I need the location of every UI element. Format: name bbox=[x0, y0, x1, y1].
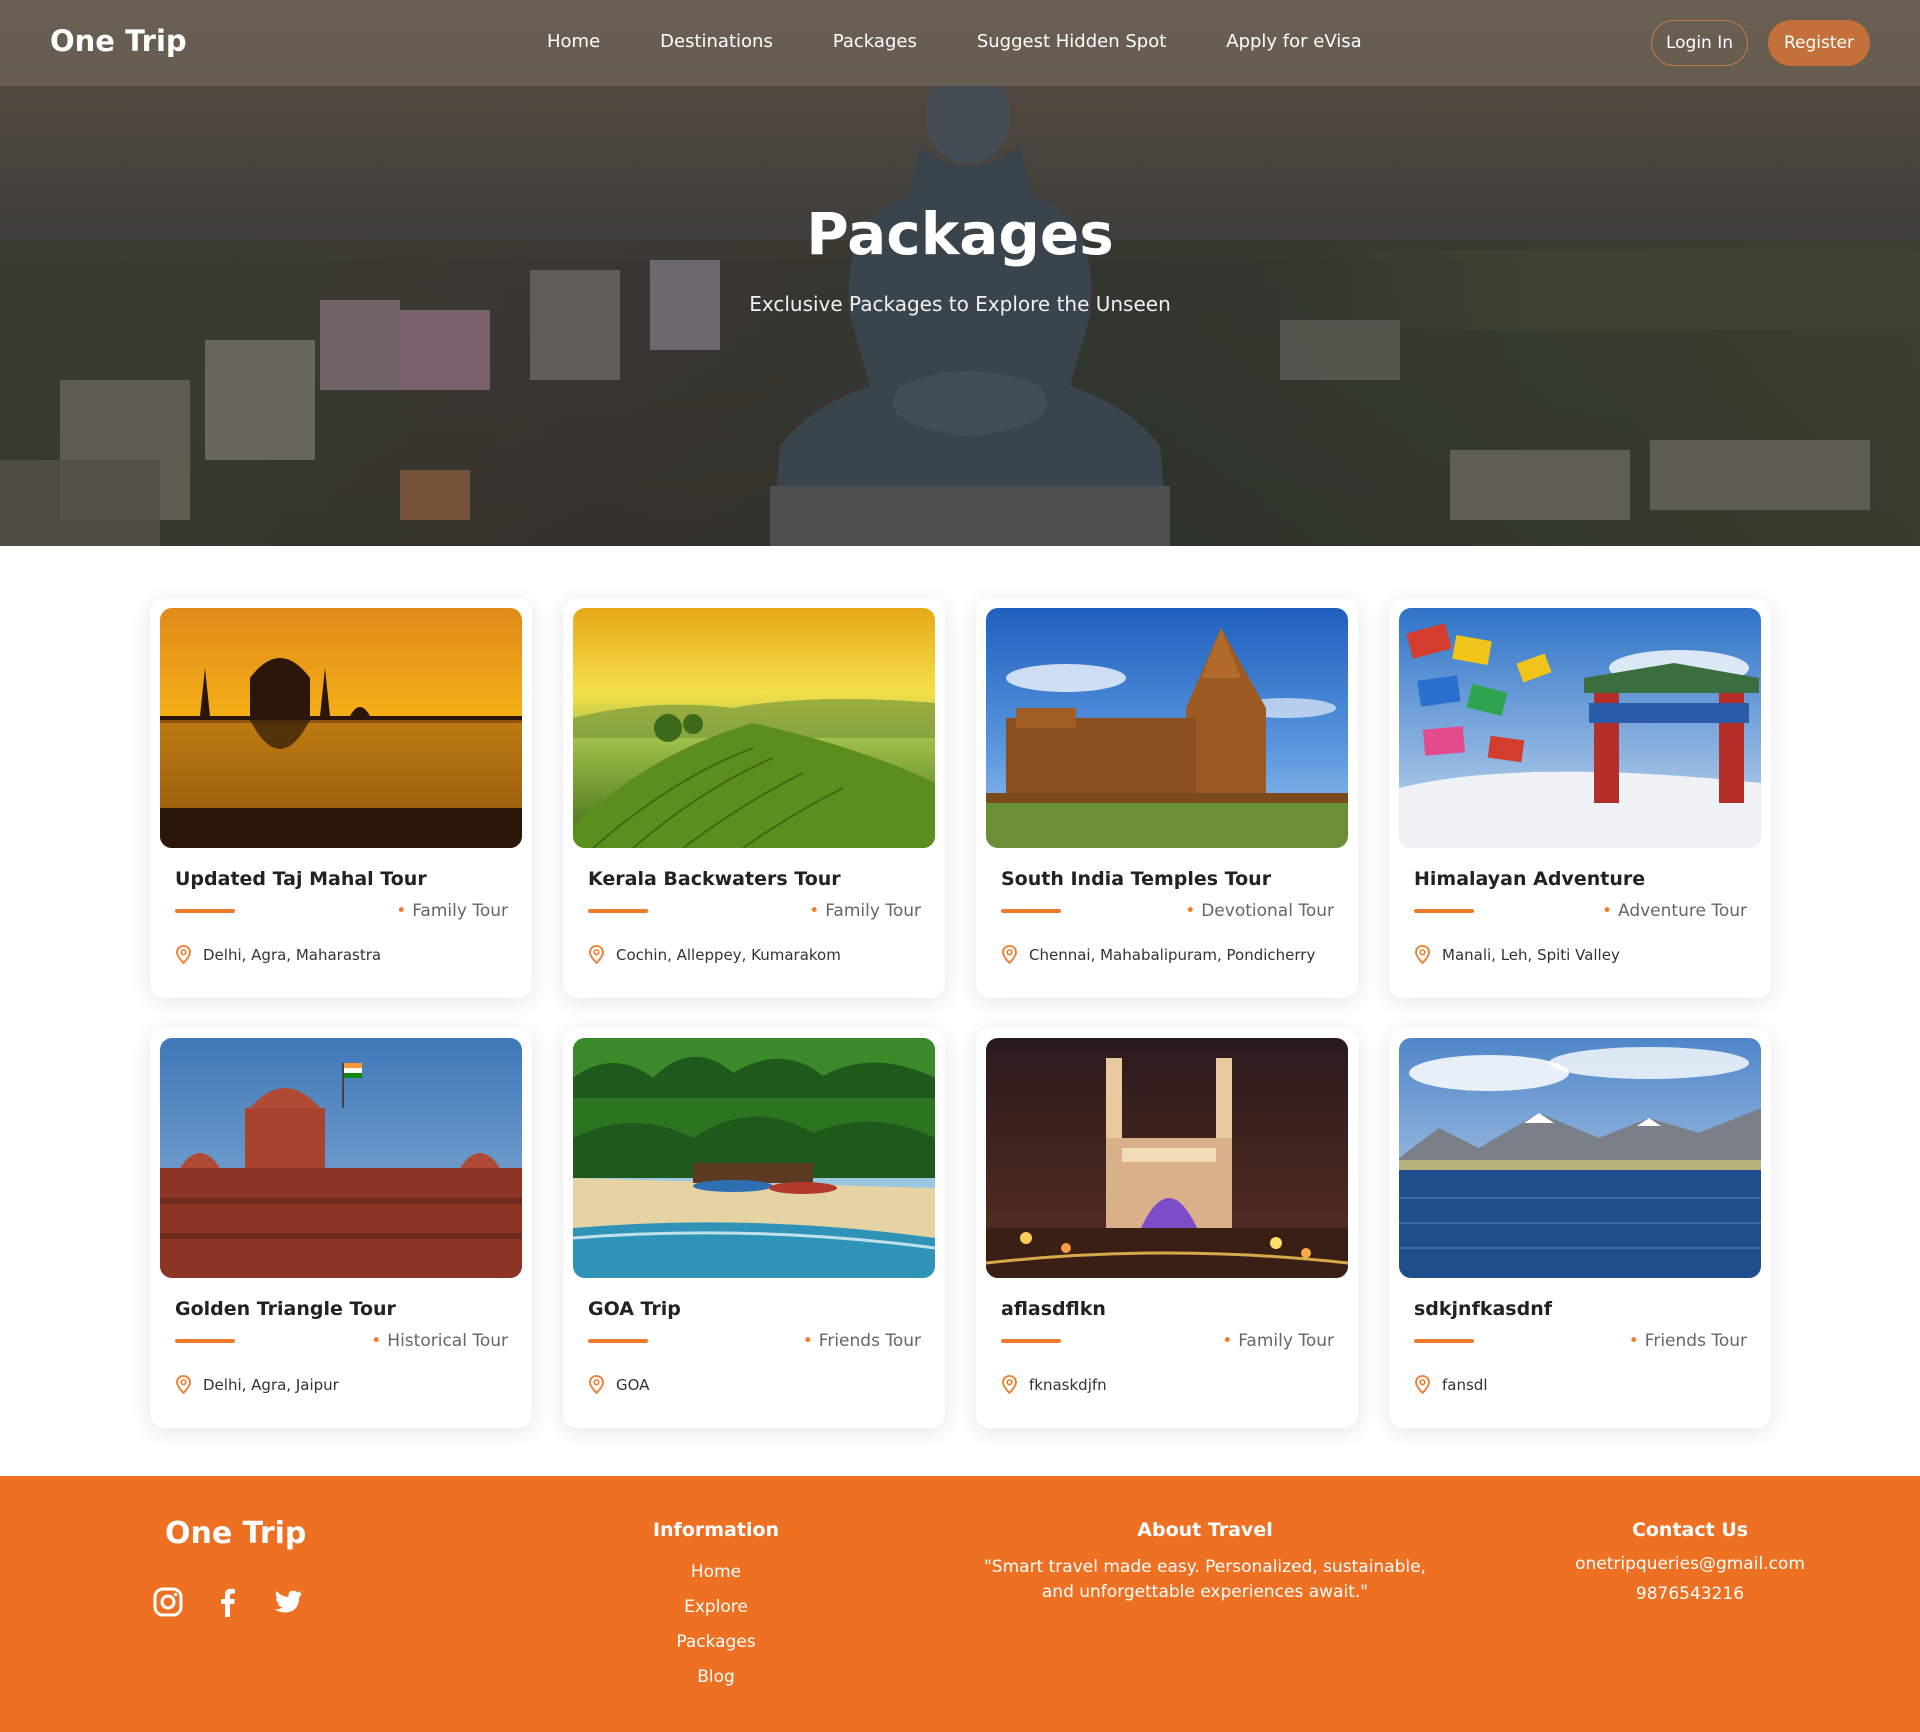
site-logo[interactable]: One Trip bbox=[50, 24, 187, 58]
package-image-taj-mahal bbox=[160, 608, 522, 848]
footer-information: Information Home Explore Packages Blog bbox=[616, 1519, 816, 1695]
package-image-red-fort bbox=[160, 1038, 522, 1278]
package-title: Updated Taj Mahal Tour bbox=[175, 868, 427, 890]
title-underline bbox=[1414, 909, 1474, 913]
twitter-icon[interactable] bbox=[272, 1586, 304, 1618]
location-pin-icon bbox=[1415, 1375, 1430, 1394]
register-button[interactable]: Register bbox=[1768, 20, 1870, 66]
package-image-mountain-lake bbox=[1399, 1038, 1761, 1278]
login-button[interactable]: Login In bbox=[1651, 20, 1748, 66]
nav-links: Home Destinations Packages Suggest Hidde… bbox=[547, 31, 1422, 52]
location-pin-icon bbox=[176, 1375, 191, 1394]
facebook-icon[interactable] bbox=[212, 1586, 244, 1618]
location-pin-icon bbox=[589, 1375, 604, 1394]
title-underline bbox=[588, 1339, 648, 1343]
package-type: • Family Tour bbox=[396, 901, 508, 921]
site-footer: One Trip Information Home Explore Packag… bbox=[0, 1476, 1920, 1732]
package-type: • Historical Tour bbox=[371, 1331, 508, 1351]
package-card[interactable]: Updated Taj Mahal Tour • Family Tour Delh… bbox=[150, 598, 532, 998]
package-image-charminar bbox=[986, 1038, 1348, 1278]
package-title: Himalayan Adventure bbox=[1414, 868, 1646, 890]
location-pin-icon bbox=[1002, 1375, 1017, 1394]
location-pin-icon bbox=[1415, 945, 1430, 964]
package-image-himalaya bbox=[1399, 608, 1761, 848]
top-navbar: One Trip Home Destinations Packages Sugg… bbox=[0, 0, 1920, 86]
package-card[interactable]: Golden Triangle Tour • Historical Tour De… bbox=[150, 1028, 532, 1428]
title-underline bbox=[1001, 1339, 1061, 1343]
footer-link-packages[interactable]: Packages bbox=[616, 1625, 816, 1660]
package-image-goa-beach bbox=[573, 1038, 935, 1278]
page-title: Packages bbox=[806, 200, 1114, 268]
package-type: • Adventure Tour bbox=[1601, 901, 1747, 921]
page-subtitle: Exclusive Packages to Explore the Unseen bbox=[749, 292, 1171, 316]
package-card[interactable]: GOA Trip • Friends Tour GOA bbox=[563, 1028, 945, 1428]
footer-logo[interactable]: One Trip bbox=[165, 1516, 306, 1551]
title-underline bbox=[1414, 1339, 1474, 1343]
location-pin-icon bbox=[176, 945, 191, 964]
footer-contact-heading: Contact Us bbox=[1631, 1519, 1749, 1541]
package-title: GOA Trip bbox=[588, 1298, 681, 1320]
footer-link-explore[interactable]: Explore bbox=[616, 1590, 816, 1625]
title-underline bbox=[588, 909, 648, 913]
package-image-temple bbox=[986, 608, 1348, 848]
package-type: • Friends Tour bbox=[802, 1331, 921, 1351]
package-title: aflasdflkn bbox=[1001, 1298, 1106, 1320]
package-card[interactable]: aflasdflkn • Family Tour fknaskdjfn bbox=[976, 1028, 1358, 1428]
package-title: South India Temples Tour bbox=[1001, 868, 1272, 890]
package-location: Cochin, Alleppey, Kumarakom bbox=[588, 945, 841, 964]
package-type: • Family Tour bbox=[1222, 1331, 1334, 1351]
social-links bbox=[152, 1586, 304, 1618]
package-type: • Friends Tour bbox=[1628, 1331, 1747, 1351]
packages-grid: Updated Taj Mahal Tour • Family Tour Delh… bbox=[150, 598, 1771, 1428]
location-pin-icon bbox=[1002, 945, 1017, 964]
footer-about-text-line1: "Smart travel made easy. Personalized, s… bbox=[983, 1557, 1426, 1577]
instagram-icon[interactable] bbox=[152, 1586, 184, 1618]
footer-about: About Travel "Smart travel made easy. Pe… bbox=[955, 1519, 1455, 1605]
footer-info-heading: Information bbox=[652, 1519, 780, 1541]
footer-about-heading: About Travel bbox=[1137, 1519, 1273, 1541]
nav-suggest-hidden-spot[interactable]: Suggest Hidden Spot bbox=[977, 31, 1166, 52]
package-card[interactable]: South India Temples Tour • Devotional Tou… bbox=[976, 598, 1358, 998]
footer-contact: Contact Us onetripqueries@gmail.com 9876… bbox=[1550, 1519, 1830, 1609]
nav-destinations[interactable]: Destinations bbox=[660, 31, 773, 52]
title-underline bbox=[175, 909, 235, 913]
package-title: sdkjnfkasdnf bbox=[1414, 1298, 1553, 1320]
package-location: fknaskdjfn bbox=[1001, 1375, 1107, 1394]
title-underline bbox=[1001, 909, 1061, 913]
package-card[interactable]: sdkjnfkasdnf • Friends Tour fansdl bbox=[1389, 1028, 1771, 1428]
package-title: Golden Triangle Tour bbox=[175, 1298, 396, 1320]
title-underline bbox=[175, 1339, 235, 1343]
package-location: Chennai, Mahabalipuram, Pondicherry bbox=[1001, 945, 1315, 964]
package-location: GOA bbox=[588, 1375, 649, 1394]
package-location: Delhi, Agra, Maharastra bbox=[175, 945, 381, 964]
package-card[interactable]: Himalayan Adventure • Adventure Tour Mana… bbox=[1389, 598, 1771, 998]
nav-home[interactable]: Home bbox=[547, 31, 600, 52]
location-pin-icon bbox=[589, 945, 604, 964]
package-location: Manali, Leh, Spiti Valley bbox=[1414, 945, 1620, 964]
nav-apply-evisa[interactable]: Apply for eVisa bbox=[1226, 31, 1361, 52]
contact-email[interactable]: onetripqueries@gmail.com bbox=[1550, 1549, 1830, 1579]
package-type: • Family Tour bbox=[809, 901, 921, 921]
package-title: Kerala Backwaters Tour bbox=[588, 868, 841, 890]
package-location: fansdl bbox=[1414, 1375, 1487, 1394]
package-card[interactable]: Kerala Backwaters Tour • Family Tour Coch… bbox=[563, 598, 945, 998]
footer-link-home[interactable]: Home bbox=[616, 1555, 816, 1590]
package-type: • Devotional Tour bbox=[1185, 901, 1334, 921]
package-image-kerala bbox=[573, 608, 935, 848]
package-location: Delhi, Agra, Jaipur bbox=[175, 1375, 339, 1394]
footer-about-text-line2: and unforgettable experiences await." bbox=[1041, 1582, 1369, 1602]
contact-phone[interactable]: 9876543216 bbox=[1550, 1579, 1830, 1609]
nav-packages[interactable]: Packages bbox=[833, 31, 917, 52]
footer-link-blog[interactable]: Blog bbox=[616, 1660, 816, 1695]
